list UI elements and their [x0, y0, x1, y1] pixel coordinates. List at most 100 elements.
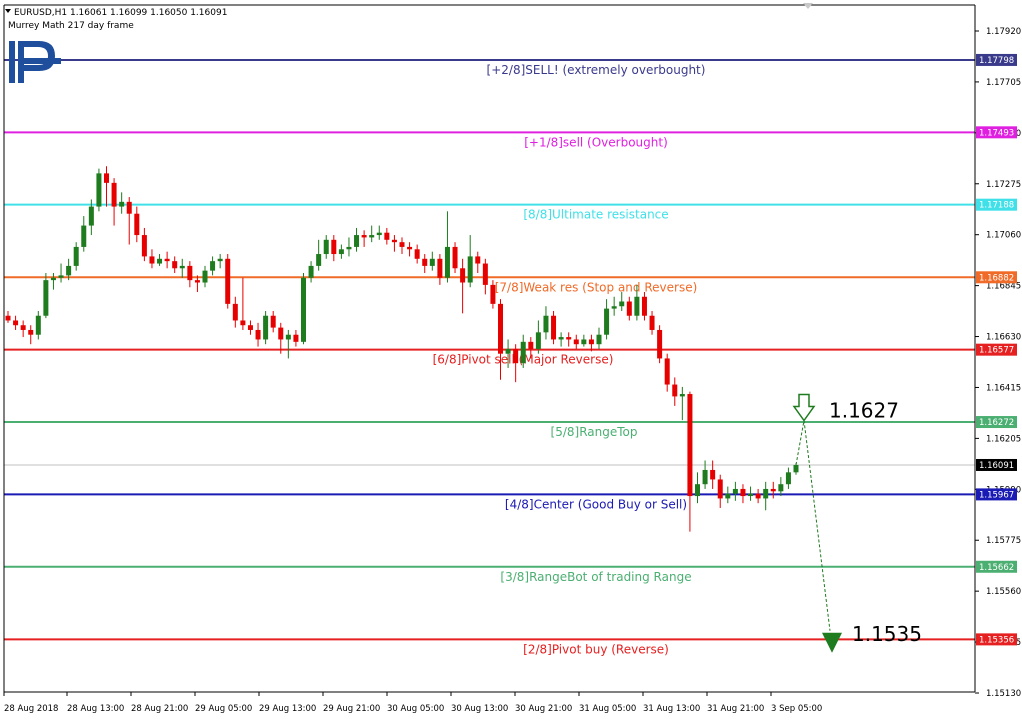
candle-body — [793, 464, 799, 473]
candle-body — [73, 246, 79, 266]
candle-body — [28, 329, 34, 335]
candle-body — [119, 201, 125, 207]
candle-body — [467, 256, 473, 283]
candle-body — [581, 339, 587, 345]
candle-body — [755, 493, 761, 499]
price-chart[interactable]: [+2/8]SELL! (extremely overbought) [+1/8]… — [0, 0, 1022, 719]
murrey-level-label: [7/8]Weak res (Stop and Reverse) — [495, 280, 698, 294]
candle-body — [157, 258, 163, 264]
y-tick-label: 1.17705 — [986, 78, 1021, 88]
murrey-level-label: [4/8]Center (Good Buy or Sell) — [505, 497, 687, 511]
murrey-level-label: [3/8]RangeBot of trading Range — [500, 570, 691, 584]
y-tick-label: 1.17275 — [986, 180, 1021, 190]
candle-body — [657, 329, 663, 359]
level-price-label: 1.15967 — [979, 490, 1014, 500]
candle — [263, 310, 269, 345]
level-price-label: 1.17493 — [979, 128, 1014, 138]
candle-body — [573, 339, 579, 345]
x-tick-label: 31 Aug 13:00 — [643, 704, 700, 714]
candle-body — [444, 246, 450, 278]
candle-body — [134, 213, 140, 236]
x-tick-label: 30 Aug 05:00 — [387, 704, 444, 714]
candle-body — [331, 239, 337, 255]
candle-body — [96, 173, 102, 207]
candle-body — [437, 258, 443, 278]
candle-body — [551, 315, 557, 340]
candle-body — [407, 246, 413, 250]
candle-body — [520, 341, 526, 364]
candle-body — [81, 225, 87, 247]
candle-body — [232, 303, 238, 321]
candle-body — [126, 201, 132, 214]
candle-body — [770, 488, 776, 492]
candle-body — [399, 242, 405, 247]
candle — [551, 310, 557, 345]
x-tick-label: 28 Aug 21:00 — [131, 704, 188, 714]
candle-body — [270, 315, 276, 328]
y-tick-label: 1.17060 — [986, 231, 1021, 241]
candle-body — [210, 261, 216, 271]
candle-body — [141, 235, 147, 257]
candle-body — [566, 337, 572, 340]
y-tick-label: 1.16205 — [986, 434, 1021, 444]
target-up-label: 1.1627 — [829, 399, 899, 423]
current-price-label: 1.16091 — [979, 461, 1014, 471]
candle-body — [717, 479, 723, 499]
candle-body — [88, 206, 94, 226]
murrey-level-label: [5/8]RangeTop — [551, 425, 638, 439]
candle-body — [785, 472, 791, 485]
candle-body — [498, 303, 503, 354]
y-tick-label: 1.16630 — [986, 333, 1021, 343]
candle-body — [104, 173, 109, 183]
candle-body — [429, 258, 435, 266]
indicator-name: Murrey Math 217 day frame — [8, 21, 134, 31]
candle-body — [558, 337, 564, 340]
candle-body — [361, 235, 367, 238]
candle-body — [695, 484, 700, 497]
candle-body — [414, 249, 420, 259]
candle-body — [225, 258, 231, 304]
level-price-label: 1.16272 — [979, 418, 1014, 428]
x-tick-label: 28 Aug 2018 — [4, 704, 58, 714]
candle-body — [702, 469, 708, 485]
candle-body — [35, 315, 41, 335]
candle-body — [535, 332, 541, 349]
candle-body — [240, 320, 246, 326]
level-price-label: 1.17188 — [979, 201, 1014, 211]
candle-body — [528, 341, 534, 349]
candle-body — [725, 493, 731, 499]
candle-body — [740, 488, 746, 497]
candle-body — [641, 296, 647, 316]
x-tick-label: 31 Aug 21:00 — [707, 704, 764, 714]
x-tick-label: 3 Sep 05:00 — [771, 704, 822, 714]
candle-body — [316, 254, 322, 266]
target-down-label: 1.1535 — [852, 622, 922, 646]
candle-body — [285, 334, 291, 340]
candle-body — [278, 327, 284, 340]
candle-body — [672, 384, 678, 397]
candle-body — [626, 301, 632, 316]
candle-body — [346, 246, 352, 250]
candle-body — [187, 265, 193, 281]
candle-body — [505, 348, 511, 354]
candle-body — [619, 301, 625, 307]
candle-body — [308, 265, 314, 278]
candle-body — [354, 235, 360, 247]
candle-body — [482, 263, 488, 285]
candle-body — [301, 277, 306, 342]
candle-body — [543, 315, 549, 333]
murrey-level-label: [8/8]Ultimate resistance — [523, 208, 668, 222]
candle-body — [111, 182, 117, 207]
candle-body — [13, 320, 19, 326]
candle-body — [369, 235, 375, 238]
y-tick-label: 1.16415 — [986, 383, 1021, 393]
candle-body — [149, 256, 155, 264]
candle-body — [323, 239, 329, 255]
candle — [96, 168, 102, 212]
candle-body — [172, 261, 178, 269]
x-tick-label: 28 Aug 13:00 — [67, 704, 124, 714]
candle — [657, 325, 663, 364]
x-tick-label: 29 Aug 21:00 — [323, 704, 380, 714]
candle-body — [255, 329, 261, 340]
candle-body — [5, 315, 11, 321]
